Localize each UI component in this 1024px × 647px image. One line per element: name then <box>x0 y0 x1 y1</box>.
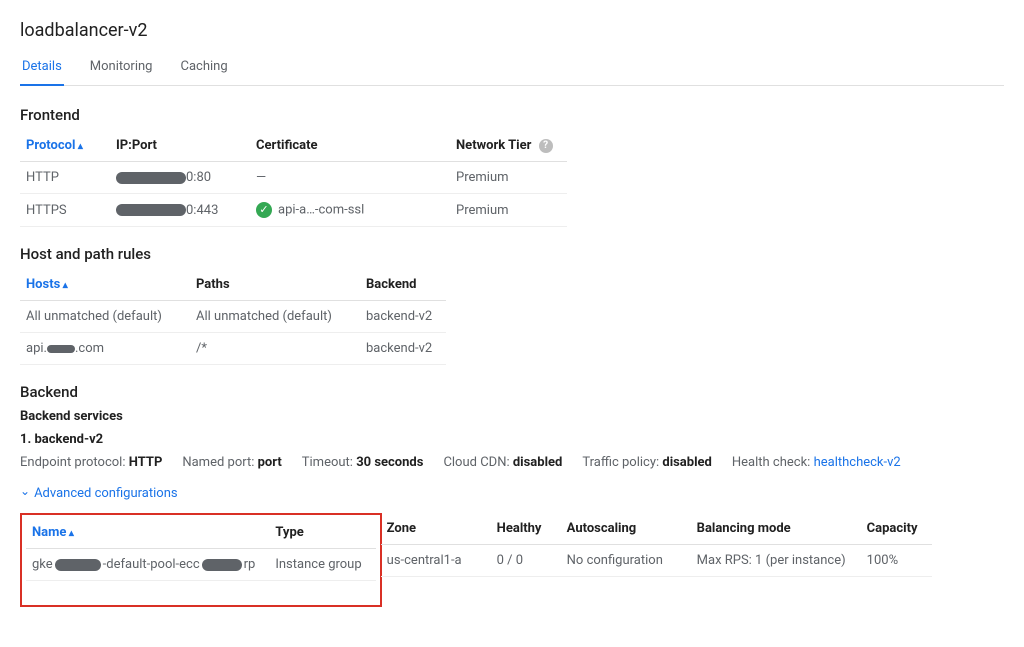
hosts-value: All unmatched (default) <box>20 301 190 333</box>
col-autoscaling[interactable]: Autoscaling <box>561 513 691 545</box>
col-tier[interactable]: Network Tier ? <box>450 130 567 162</box>
col-ipport[interactable]: IP:Port <box>110 130 250 162</box>
hostpath-table: Hosts Paths Backend All unmatched (defau… <box>20 269 446 365</box>
redacted-ip <box>116 204 186 216</box>
traffic-val: disabled <box>662 455 712 470</box>
type-value: Instance group <box>269 549 375 581</box>
backend-services-heading: Backend services <box>20 409 1004 424</box>
highlight-box: Name Type gke -default-pool-ecc rp Instanc… <box>20 513 382 607</box>
cert-value: — <box>250 162 450 194</box>
check-icon: ✓ <box>256 202 272 218</box>
frontend-row: HTTP 0:80 — Premium <box>20 162 567 194</box>
tab-caching[interactable]: Caching <box>178 51 229 85</box>
tier-value: Premium <box>450 194 567 227</box>
cdn-label: Cloud CDN: <box>443 455 509 470</box>
redacted-host <box>47 345 75 353</box>
hostpath-heading: Host and path rules <box>20 245 1004 263</box>
frontend-row: HTTPS 0:443 ✓ api-a…-com-ssl Premium <box>20 194 567 227</box>
healthcheck-link[interactable]: healthcheck-v2 <box>814 455 901 470</box>
backend-members-left: Name Type gke -default-pool-ecc rp Instanc… <box>26 517 376 581</box>
paths-value: All unmatched (default) <box>190 301 360 333</box>
col-balancing[interactable]: Balancing mode <box>691 513 861 545</box>
timeout-val: 30 seconds <box>356 455 423 470</box>
name-pre: gke <box>32 557 53 572</box>
endpoint-val: HTTP <box>129 455 163 470</box>
col-paths[interactable]: Paths <box>190 269 360 301</box>
cdn-val: disabled <box>513 455 563 470</box>
name-value: gke -default-pool-ecc rp <box>26 549 269 581</box>
backend-member-row[interactable]: gke -default-pool-ecc rp Instance group <box>26 549 376 581</box>
hostpath-row: All unmatched (default) All unmatched (d… <box>20 301 446 333</box>
col-type[interactable]: Type <box>269 517 375 549</box>
zone-value: us-central1-a <box>381 545 491 577</box>
hosts-pre: api. <box>26 341 47 356</box>
balancing-value: Max RPS: 1 (per instance) <box>691 545 861 577</box>
tab-monitoring[interactable]: Monitoring <box>88 51 155 85</box>
cert-value: ✓ api-a…-com-ssl <box>250 194 450 227</box>
help-icon[interactable]: ? <box>539 139 553 153</box>
name-post: rp <box>244 557 256 572</box>
chevron-down-icon <box>20 486 34 501</box>
col-hosts[interactable]: Hosts <box>20 269 190 301</box>
backend-props: Endpoint protocol: HTTP Named port: port… <box>20 455 1004 470</box>
cert-text: api-a…-com-ssl <box>278 202 364 217</box>
protocol-value: HTTPS <box>20 194 110 227</box>
col-cert[interactable]: Certificate <box>250 130 450 162</box>
col-healthy[interactable]: Healthy <box>491 513 561 545</box>
port-suffix: 0:443 <box>186 203 218 218</box>
backend-service-label: 1. backend-v2 <box>20 432 1004 447</box>
tabs-bar: Details Monitoring Caching <box>20 51 1004 86</box>
protocol-value: HTTP <box>20 162 110 194</box>
frontend-table: Protocol IP:Port Certificate Network Tie… <box>20 130 567 227</box>
col-capacity[interactable]: Capacity <box>861 513 932 545</box>
namedport-val: port <box>258 455 282 470</box>
endpoint-label: Endpoint protocol: <box>20 455 126 470</box>
hosts-value: api. .com <box>20 333 190 365</box>
tab-details[interactable]: Details <box>20 51 64 86</box>
col-tier-label: Network Tier <box>456 138 531 153</box>
autoscaling-value: No configuration <box>561 545 691 577</box>
page-title: loadbalancer-v2 <box>20 20 1004 41</box>
backend-value: backend-v2 <box>360 333 446 365</box>
traffic-label: Traffic policy: <box>582 455 659 470</box>
namedport-label: Named port: <box>182 455 254 470</box>
timeout-label: Timeout: <box>302 455 353 470</box>
col-protocol[interactable]: Protocol <box>20 130 110 162</box>
col-zone[interactable]: Zone <box>381 513 491 545</box>
ipport-value: 0:443 <box>110 194 250 227</box>
redacted-name <box>55 559 101 571</box>
tier-value: Premium <box>450 162 567 194</box>
advanced-config-toggle[interactable]: Advanced configurations <box>20 486 178 501</box>
backend-heading: Backend <box>20 383 1004 401</box>
name-mid: -default-pool-ecc <box>103 557 200 572</box>
healthy-value: 0 / 0 <box>491 545 561 577</box>
redacted-ip <box>116 172 186 184</box>
frontend-heading: Frontend <box>20 106 1004 124</box>
port-suffix: 0:80 <box>186 170 211 185</box>
backend-member-row[interactable]: us-central1-a 0 / 0 No configuration Max… <box>381 545 932 577</box>
col-name[interactable]: Name <box>26 517 269 549</box>
backend-members-right: Zone Healthy Autoscaling Balancing mode … <box>381 513 932 577</box>
advanced-config-label: Advanced configurations <box>34 486 178 501</box>
hosts-post: .com <box>75 341 104 356</box>
hc-label: Health check: <box>732 455 810 470</box>
paths-value: /* <box>190 333 360 365</box>
capacity-value: 100% <box>861 545 932 577</box>
ipport-value: 0:80 <box>110 162 250 194</box>
redacted-name2 <box>202 559 242 571</box>
backend-value: backend-v2 <box>360 301 446 333</box>
hostpath-row: api. .com /* backend-v2 <box>20 333 446 365</box>
col-backend[interactable]: Backend <box>360 269 446 301</box>
